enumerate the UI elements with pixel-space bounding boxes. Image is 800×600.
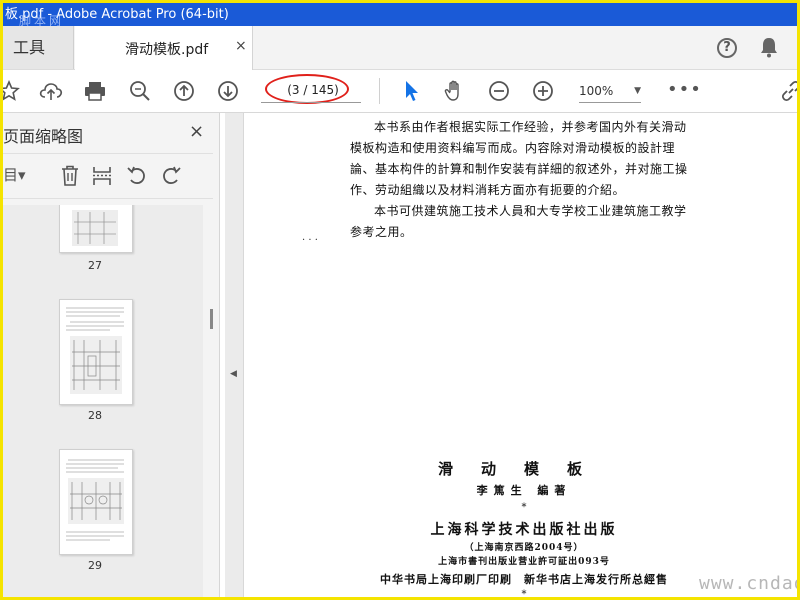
separator-star: * (521, 502, 527, 513)
page-thumbnail-27[interactable] (59, 205, 133, 253)
panel-collapse-strip[interactable]: ◀ (225, 113, 244, 597)
zoom-select[interactable]: 100% ▼ (579, 80, 641, 103)
book-title: 滑动模板 (437, 460, 610, 478)
scan-speckle: · · · (302, 235, 318, 246)
extract-pages-icon[interactable] (91, 164, 115, 188)
page-field-underline (261, 102, 361, 103)
delete-icon[interactable] (59, 164, 83, 188)
collapse-arrow-icon[interactable]: ◀ (230, 369, 237, 379)
thumbnail-options-icon[interactable]: 目▾ (3, 164, 27, 188)
thumbnail-list: 27 28 29 (3, 205, 203, 597)
intro-paragraph: 本书系由作者根据实际工作经验，并参考国内外有关滑动模板构造和使用资料编写而成。内… (350, 117, 690, 243)
thumbnail-label-28: 28 (88, 409, 102, 422)
hand-tool-icon[interactable] (441, 77, 469, 105)
red-annotation-ellipse (265, 74, 349, 104)
app-window: 板.pdf - Adobe Acrobat Pro (64-bit) 脚本网 工… (0, 0, 800, 600)
select-cursor-icon[interactable] (397, 77, 425, 105)
paragraph-1: 本书系由作者根据实际工作经验，并参考国内外有关滑动模板构造和使用资料编写而成。内… (350, 120, 688, 197)
next-page-icon[interactable] (214, 77, 242, 105)
rotate-counterclockwise-icon[interactable] (125, 164, 149, 188)
paragraph-2: 本书可供建筑施工技术人員和大专学校工业建筑施工教学参考之用。 (350, 204, 687, 239)
tab-document[interactable]: 滑动模板.pdf × (75, 26, 253, 70)
toolbar-separator (379, 78, 380, 104)
upload-cloud-icon[interactable] (37, 77, 65, 105)
thumbnail-scrollbar[interactable] (206, 205, 216, 597)
close-tab-icon[interactable]: × (235, 38, 247, 54)
print-icon[interactable] (81, 77, 109, 105)
title-bar: 板.pdf - Adobe Acrobat Pro (64-bit) 脚本网 (3, 3, 797, 27)
page-thumbnail-28[interactable] (59, 299, 133, 405)
tab-tools[interactable]: 工具 (3, 26, 74, 69)
help-icon[interactable]: ? (717, 38, 737, 58)
publishing-license: 上海市書刊出版业营业許可証出093号 (438, 557, 610, 567)
site-watermark: www.cndao.com (699, 573, 797, 594)
notification-bell-icon[interactable] (759, 36, 779, 62)
tab-row: 工具 滑动模板.pdf × ? (3, 26, 797, 70)
page-thumbnails-panel: 页面缩略图 × 目▾ 27 28 29 (3, 113, 220, 597)
separator-star-2: * (521, 589, 527, 600)
panel-toolbar: 目▾ (3, 153, 213, 199)
thumbnail-scrollbar-thumb[interactable] (210, 309, 213, 329)
zoom-value: 100% (579, 84, 614, 98)
page-thumbnail-29[interactable] (59, 449, 133, 555)
book-author: 李篤生 編著 (476, 484, 572, 497)
star-icon[interactable] (3, 77, 23, 105)
document-tab-name: 滑动模板.pdf (125, 42, 209, 58)
rotate-clockwise-icon[interactable] (159, 164, 183, 188)
chevron-down-icon: ▼ (634, 86, 641, 96)
link-icon[interactable] (777, 77, 797, 105)
thumbnail-label-29: 29 (88, 559, 102, 572)
publisher-address: （上海南京西路2004号） (464, 543, 584, 553)
document-view: 本书系由作者根据实际工作经验，并参考国内外有关滑动模板构造和使用资料编写而成。内… (244, 113, 797, 597)
thumbnail-label-27: 27 (88, 259, 102, 272)
publisher: 上海科学技术出版社出版 (430, 522, 618, 538)
zoom-in-icon[interactable] (529, 77, 557, 105)
main-toolbar: (3 / 145) 100% ▼ ••• (3, 70, 797, 113)
zoom-out-icon[interactable] (485, 77, 513, 105)
find-zoom-icon[interactable] (126, 77, 154, 105)
more-tools-icon[interactable]: ••• (667, 79, 702, 100)
printer-distributor: 中华书局上海印刷厂印刷 新华书店上海发行所总經售 (380, 573, 668, 586)
previous-page-icon[interactable] (170, 77, 198, 105)
close-panel-icon[interactable]: × (189, 121, 204, 142)
panel-title: 页面缩略图 (3, 127, 84, 146)
page-number-field[interactable]: (3 / 145) (261, 74, 365, 104)
